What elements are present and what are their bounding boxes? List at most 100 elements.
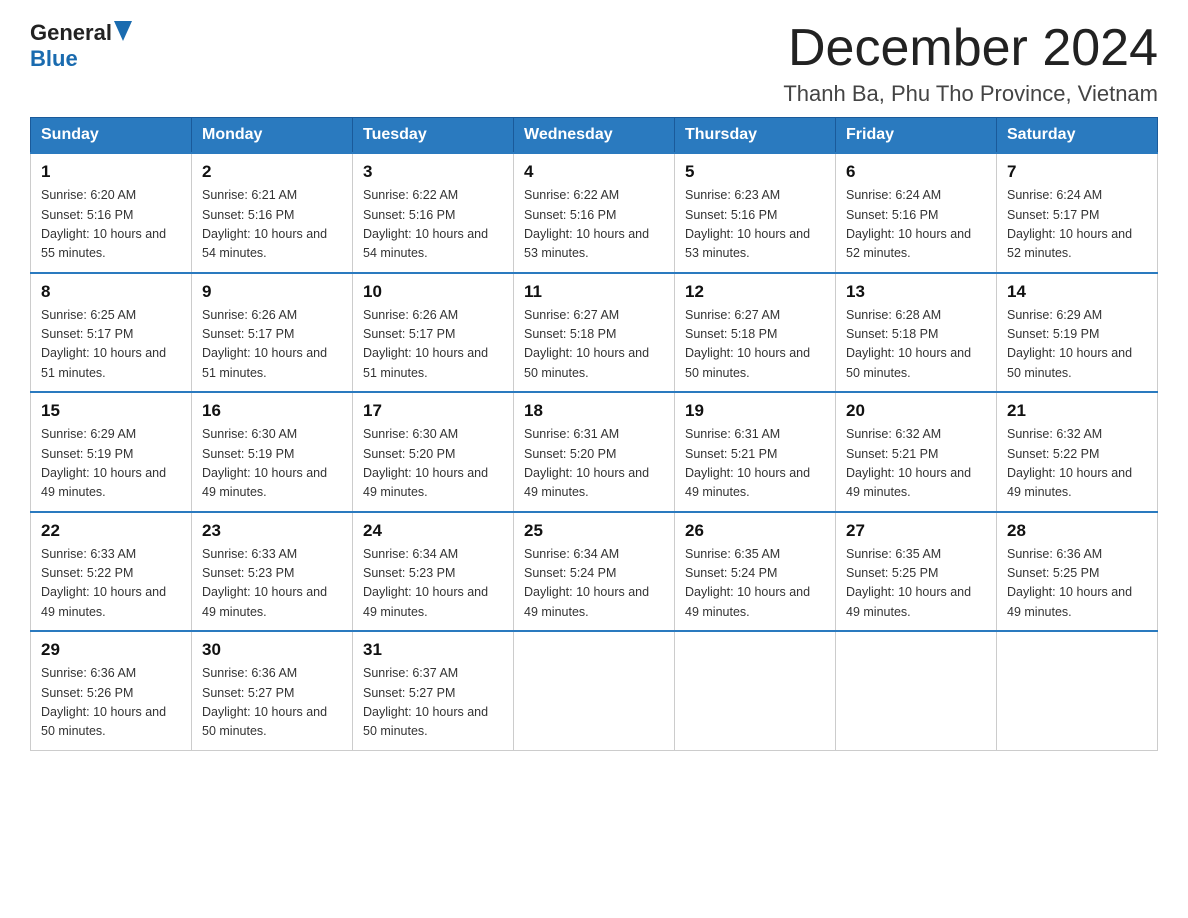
calendar-cell: 29Sunrise: 6:36 AMSunset: 5:26 PMDayligh…	[31, 631, 192, 750]
day-number: 30	[202, 640, 342, 660]
title-area: December 2024 Thanh Ba, Phu Tho Province…	[783, 20, 1158, 107]
day-detail: Sunrise: 6:26 AMSunset: 5:17 PMDaylight:…	[202, 306, 342, 384]
calendar-cell	[675, 631, 836, 750]
day-detail: Sunrise: 6:34 AMSunset: 5:23 PMDaylight:…	[363, 545, 503, 623]
day-detail: Sunrise: 6:29 AMSunset: 5:19 PMDaylight:…	[1007, 306, 1147, 384]
calendar-cell: 26 Sunrise: 6:35 AMSunset: 5:24 PMDayligh…	[675, 512, 836, 632]
calendar-week-row: 29Sunrise: 6:36 AMSunset: 5:26 PMDayligh…	[31, 631, 1158, 750]
day-number: 31	[363, 640, 503, 660]
day-number: 1	[41, 162, 181, 182]
calendar-cell	[514, 631, 675, 750]
day-number: 5	[685, 162, 825, 182]
day-number: 22	[41, 521, 181, 541]
day-detail: Sunrise: 6:37 AMSunset: 5:27 PMDaylight:…	[363, 664, 503, 742]
col-wednesday: Wednesday	[514, 118, 675, 154]
day-number: 7	[1007, 162, 1147, 182]
day-number: 13	[846, 282, 986, 302]
day-number: 27	[846, 521, 986, 541]
calendar-header-row: Sunday Monday Tuesday Wednesday Thursday…	[31, 118, 1158, 154]
calendar-cell: 30 Sunrise: 6:36 AMSunset: 5:27 PMDayligh…	[192, 631, 353, 750]
day-detail: Sunrise: 6:24 AMSunset: 5:17 PMDaylight:…	[1007, 186, 1147, 264]
day-detail: Sunrise: 6:27 AMSunset: 5:18 PMDaylight:…	[524, 306, 664, 384]
logo-svg-icon	[114, 21, 132, 41]
day-detail: Sunrise: 6:21 AMSunset: 5:16 PMDaylight:…	[202, 186, 342, 264]
day-number: 21	[1007, 401, 1147, 421]
day-number: 9	[202, 282, 342, 302]
logo-triangle-icon	[114, 21, 132, 46]
day-number: 2	[202, 162, 342, 182]
calendar-cell: 5 Sunrise: 6:23 AMSunset: 5:16 PMDaylight…	[675, 153, 836, 273]
day-number: 20	[846, 401, 986, 421]
day-detail: Sunrise: 6:36 AMSunset: 5:25 PMDaylight:…	[1007, 545, 1147, 623]
day-detail: Sunrise: 6:31 AMSunset: 5:20 PMDaylight:…	[524, 425, 664, 503]
calendar-week-row: 15Sunrise: 6:29 AMSunset: 5:19 PMDayligh…	[31, 392, 1158, 512]
calendar-cell: 7 Sunrise: 6:24 AMSunset: 5:17 PMDaylight…	[997, 153, 1158, 273]
calendar-cell: 3Sunrise: 6:22 AMSunset: 5:16 PMDaylight…	[353, 153, 514, 273]
calendar-cell: 27 Sunrise: 6:35 AMSunset: 5:25 PMDayligh…	[836, 512, 997, 632]
day-number: 6	[846, 162, 986, 182]
calendar-cell: 17 Sunrise: 6:30 AMSunset: 5:20 PMDayligh…	[353, 392, 514, 512]
logo: General Blue	[30, 20, 132, 72]
calendar-week-row: 8Sunrise: 6:25 AMSunset: 5:17 PMDaylight…	[31, 273, 1158, 393]
day-number: 8	[41, 282, 181, 302]
col-thursday: Thursday	[675, 118, 836, 154]
day-detail: Sunrise: 6:27 AMSunset: 5:18 PMDaylight:…	[685, 306, 825, 384]
calendar-cell: 14Sunrise: 6:29 AMSunset: 5:19 PMDayligh…	[997, 273, 1158, 393]
location-subtitle: Thanh Ba, Phu Tho Province, Vietnam	[783, 81, 1158, 107]
calendar-table: Sunday Monday Tuesday Wednesday Thursday…	[30, 117, 1158, 751]
calendar-cell: 18 Sunrise: 6:31 AMSunset: 5:20 PMDayligh…	[514, 392, 675, 512]
calendar-cell: 12 Sunrise: 6:27 AMSunset: 5:18 PMDayligh…	[675, 273, 836, 393]
day-detail: Sunrise: 6:34 AMSunset: 5:24 PMDaylight:…	[524, 545, 664, 623]
day-detail: Sunrise: 6:30 AMSunset: 5:19 PMDaylight:…	[202, 425, 342, 503]
day-detail: Sunrise: 6:26 AMSunset: 5:17 PMDaylight:…	[363, 306, 503, 384]
calendar-cell: 25Sunrise: 6:34 AMSunset: 5:24 PMDayligh…	[514, 512, 675, 632]
calendar-cell: 22 Sunrise: 6:33 AMSunset: 5:22 PMDayligh…	[31, 512, 192, 632]
month-title: December 2024	[783, 20, 1158, 77]
day-detail: Sunrise: 6:31 AMSunset: 5:21 PMDaylight:…	[685, 425, 825, 503]
calendar-cell: 24 Sunrise: 6:34 AMSunset: 5:23 PMDayligh…	[353, 512, 514, 632]
day-number: 16	[202, 401, 342, 421]
calendar-cell: 9 Sunrise: 6:26 AMSunset: 5:17 PMDaylight…	[192, 273, 353, 393]
calendar-cell: 23 Sunrise: 6:33 AMSunset: 5:23 PMDayligh…	[192, 512, 353, 632]
page-container: General Blue December 2024 Thanh Ba, Phu…	[30, 20, 1158, 751]
day-number: 23	[202, 521, 342, 541]
col-sunday: Sunday	[31, 118, 192, 154]
day-number: 4	[524, 162, 664, 182]
calendar-week-row: 1 Sunrise: 6:20 AMSunset: 5:16 PMDaylight…	[31, 153, 1158, 273]
calendar-cell: 6Sunrise: 6:24 AMSunset: 5:16 PMDaylight…	[836, 153, 997, 273]
calendar-cell: 13Sunrise: 6:28 AMSunset: 5:18 PMDayligh…	[836, 273, 997, 393]
col-saturday: Saturday	[997, 118, 1158, 154]
calendar-cell: 28 Sunrise: 6:36 AMSunset: 5:25 PMDayligh…	[997, 512, 1158, 632]
calendar-cell: 20Sunrise: 6:32 AMSunset: 5:21 PMDayligh…	[836, 392, 997, 512]
day-number: 17	[363, 401, 503, 421]
day-detail: Sunrise: 6:35 AMSunset: 5:25 PMDaylight:…	[846, 545, 986, 623]
calendar-cell: 21 Sunrise: 6:32 AMSunset: 5:22 PMDayligh…	[997, 392, 1158, 512]
col-friday: Friday	[836, 118, 997, 154]
calendar-cell: 16 Sunrise: 6:30 AMSunset: 5:19 PMDayligh…	[192, 392, 353, 512]
day-detail: Sunrise: 6:30 AMSunset: 5:20 PMDaylight:…	[363, 425, 503, 503]
calendar-cell: 10 Sunrise: 6:26 AMSunset: 5:17 PMDayligh…	[353, 273, 514, 393]
day-detail: Sunrise: 6:32 AMSunset: 5:22 PMDaylight:…	[1007, 425, 1147, 503]
day-number: 15	[41, 401, 181, 421]
header: General Blue December 2024 Thanh Ba, Phu…	[30, 20, 1158, 107]
day-number: 10	[363, 282, 503, 302]
day-number: 24	[363, 521, 503, 541]
day-detail: Sunrise: 6:35 AMSunset: 5:24 PMDaylight:…	[685, 545, 825, 623]
calendar-cell	[997, 631, 1158, 750]
day-number: 19	[685, 401, 825, 421]
calendar-cell: 4 Sunrise: 6:22 AMSunset: 5:16 PMDaylight…	[514, 153, 675, 273]
calendar-week-row: 22 Sunrise: 6:33 AMSunset: 5:22 PMDayligh…	[31, 512, 1158, 632]
day-detail: Sunrise: 6:33 AMSunset: 5:22 PMDaylight:…	[41, 545, 181, 623]
day-number: 28	[1007, 521, 1147, 541]
calendar-cell: 1 Sunrise: 6:20 AMSunset: 5:16 PMDaylight…	[31, 153, 192, 273]
day-detail: Sunrise: 6:33 AMSunset: 5:23 PMDaylight:…	[202, 545, 342, 623]
day-number: 12	[685, 282, 825, 302]
day-detail: Sunrise: 6:20 AMSunset: 5:16 PMDaylight:…	[41, 186, 181, 264]
day-detail: Sunrise: 6:23 AMSunset: 5:16 PMDaylight:…	[685, 186, 825, 264]
calendar-cell	[836, 631, 997, 750]
day-detail: Sunrise: 6:36 AMSunset: 5:26 PMDaylight:…	[41, 664, 181, 742]
day-detail: Sunrise: 6:36 AMSunset: 5:27 PMDaylight:…	[202, 664, 342, 742]
day-number: 18	[524, 401, 664, 421]
day-detail: Sunrise: 6:22 AMSunset: 5:16 PMDaylight:…	[524, 186, 664, 264]
day-number: 26	[685, 521, 825, 541]
